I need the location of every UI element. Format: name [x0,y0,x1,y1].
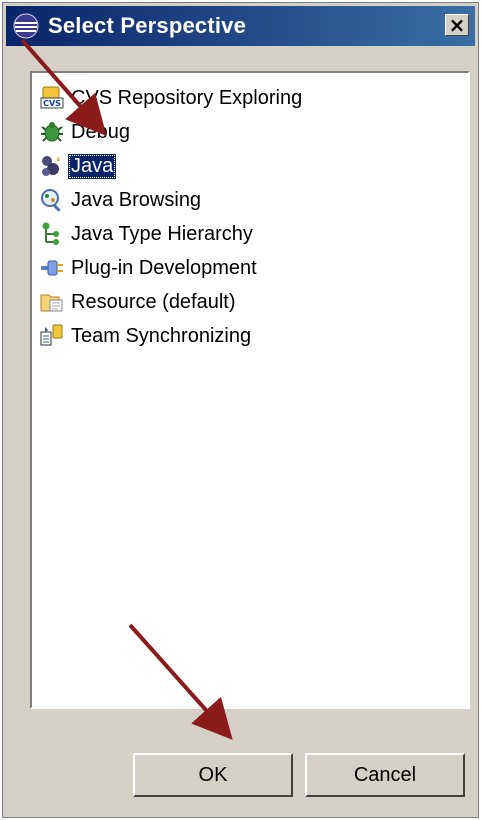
perspective-label: Resource (default) [71,290,236,313]
bug-icon [36,116,68,148]
perspective-label: Plug-in Development [71,256,257,279]
perspective-label: Java Type Hierarchy [71,222,253,245]
perspective-label: Java [68,153,117,179]
list-item-resource-default[interactable]: Resource (default) [36,285,464,319]
list-item-java-type-hierarchy[interactable]: Java Type Hierarchy [36,217,464,251]
list-item-plug-in-development[interactable]: Plug-in Development [36,251,464,285]
perspective-list[interactable]: CVS CVS Repository Exploring Debug Java … [30,71,470,709]
cvs-repository-icon: CVS [36,82,68,114]
close-button[interactable]: × [445,14,469,36]
perspective-label: Java Browsing [71,188,202,211]
eclipse-icon [13,13,39,39]
select-perspective-dialog: Select Perspective × CVS CVS Repository … [2,2,479,818]
folder-icon [36,286,68,318]
ok-button[interactable]: OK [133,753,293,797]
plugin-icon [36,252,68,284]
perspective-label: Debug [71,120,130,143]
perspective-label: Team Synchronizing [71,324,252,347]
perspective-label: CVS Repository Exploring [71,86,303,109]
cancel-button[interactable]: Cancel [305,753,465,797]
list-item-java[interactable]: Java [36,149,464,183]
type-hierarchy-icon [36,218,68,250]
list-item-debug[interactable]: Debug [36,115,464,149]
svg-text:CVS: CVS [43,99,61,108]
list-item-team-synchronizing[interactable]: Team Synchronizing [36,319,464,353]
list-item-java-browsing[interactable]: Java Browsing [36,183,464,217]
synchronize-icon [36,320,68,352]
java-perspective-icon [36,150,68,182]
java-browsing-icon [36,184,68,216]
title-bar[interactable]: Select Perspective × [6,6,475,46]
list-item-cvs-repository-exploring[interactable]: CVS CVS Repository Exploring [36,81,464,115]
window-title: Select Perspective [48,13,247,38]
